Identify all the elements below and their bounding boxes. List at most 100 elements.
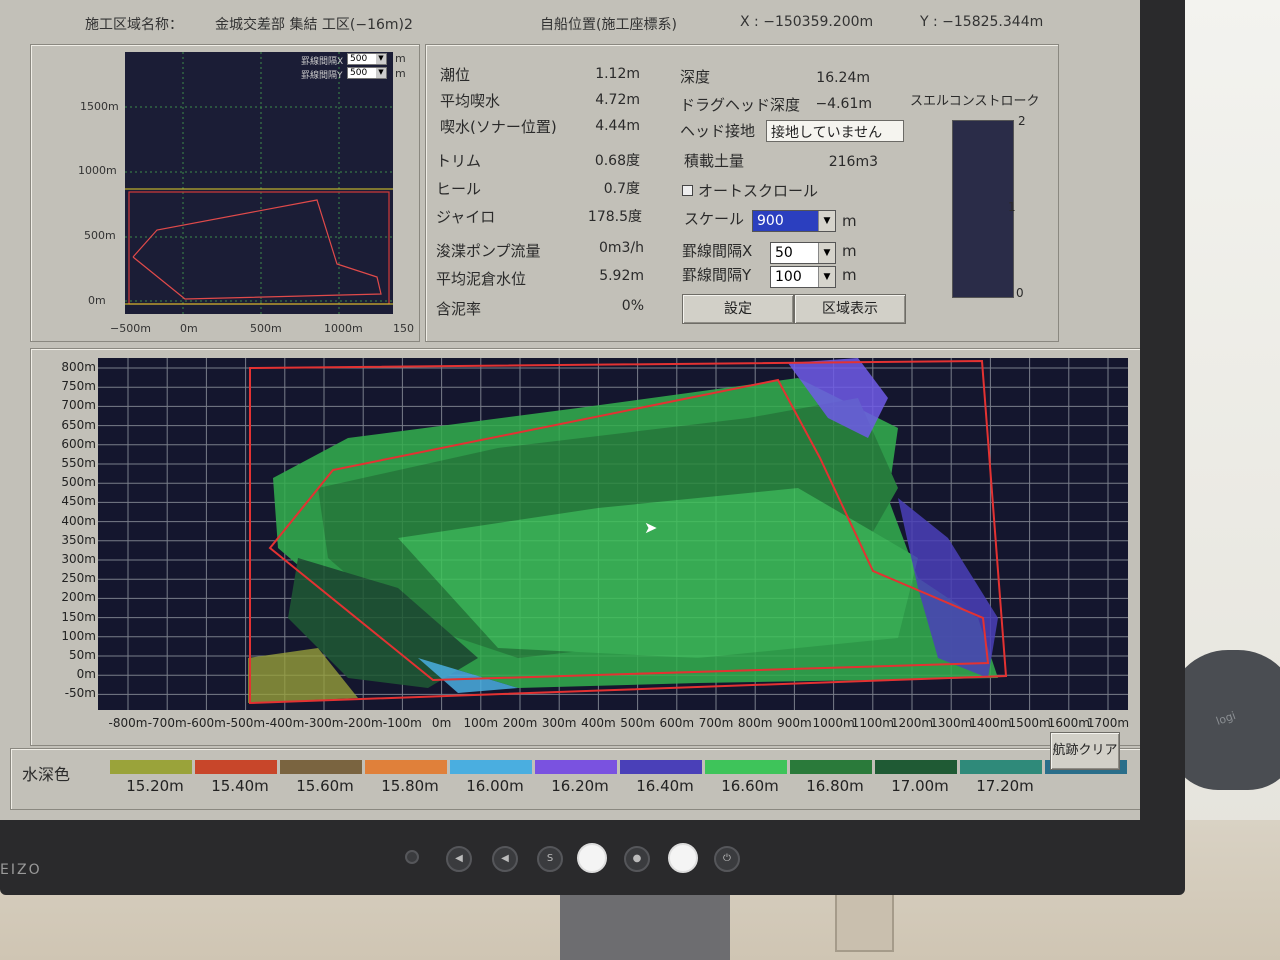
main-y-tick-label: -50m bbox=[64, 686, 96, 701]
legend-label: 17.00m bbox=[891, 777, 949, 795]
main-x-tick-label: -200m bbox=[343, 716, 383, 730]
legend-swatch bbox=[790, 760, 872, 774]
mini-gridy-label: 罫線間隔Y bbox=[301, 71, 343, 81]
mini-gridx-label: 罫線間隔X bbox=[301, 57, 344, 67]
draghead-label: ドラグヘッド深度 bbox=[680, 96, 801, 114]
legend-swatch bbox=[875, 760, 957, 774]
title-bar: 施工区域名称： 金城交差部 集結 工区(−16m)2 自船位置(施工座標系) X… bbox=[60, 0, 1140, 44]
gyro-label: ジャイロ bbox=[436, 208, 496, 226]
main-y-tick-label: 250m bbox=[61, 571, 96, 586]
mini-xtick: 150 bbox=[393, 322, 414, 335]
legend-label: 15.20m bbox=[126, 777, 184, 795]
main-x-tick-label: 600m bbox=[659, 716, 695, 730]
dredge-track-chart bbox=[98, 358, 1128, 710]
main-x-tick-label: -700m bbox=[147, 716, 187, 730]
load-value: 216m3 bbox=[828, 154, 878, 170]
main-y-tick-label: 550m bbox=[61, 456, 96, 470]
main-x-tick-label: 900m bbox=[777, 716, 812, 730]
gridy-unit: m bbox=[842, 266, 857, 284]
mouse-logo: logi bbox=[1214, 709, 1238, 728]
mode-s-icon[interactable]: S bbox=[537, 846, 563, 872]
main-x-tick-label: 0m bbox=[431, 716, 452, 730]
main-x-tick-label: 1700m bbox=[1086, 716, 1130, 730]
application-screen: 施工区域名称： 金城交差部 集結 工区(−16m)2 自船位置(施工座標系) X… bbox=[0, 0, 1140, 820]
main-x-tick-label: -100m bbox=[382, 716, 422, 730]
main-y-tick-label: 400m bbox=[61, 513, 96, 528]
main-x-tick-label: 500m bbox=[620, 716, 655, 730]
main-x-tick-label: -800m bbox=[108, 716, 148, 730]
mini-unit-y: m bbox=[395, 67, 406, 80]
main-x-tick-label: 1200m bbox=[890, 716, 934, 730]
set-button[interactable]: 設定 bbox=[682, 294, 794, 324]
mini-gridy-select[interactable]: 500 ▼ bbox=[347, 67, 387, 79]
legend-label: 16.40m bbox=[636, 777, 694, 795]
main-y-tick-label: 300m bbox=[61, 552, 96, 566]
area-display-button[interactable]: 区域表示 bbox=[794, 294, 906, 324]
main-y-tick-label: 500m bbox=[61, 475, 96, 490]
dredge-track-svg bbox=[98, 358, 1128, 710]
autoscroll-checkbox[interactable] bbox=[682, 185, 693, 196]
area-label: 施工区域名称： bbox=[85, 17, 183, 33]
main-x-tick-label: 300m bbox=[541, 716, 577, 730]
scale-select[interactable]: 900 ▼ bbox=[752, 210, 836, 232]
mini-ytick: 500m bbox=[84, 229, 116, 242]
main-y-tick-label: 50m bbox=[69, 648, 96, 662]
pump-label: 浚渫ポンプ流量 bbox=[436, 242, 541, 260]
mini-ytick: 0m bbox=[88, 294, 106, 307]
heel-label: ヒール bbox=[436, 180, 482, 198]
swell-label: スエルコンストローク bbox=[910, 94, 1040, 109]
main-x-tick-label: 1100m bbox=[851, 716, 894, 730]
volume-down-icon[interactable]: ◀ bbox=[446, 846, 472, 872]
mini-gridx-select[interactable]: 500 ▼ bbox=[347, 53, 387, 65]
legend-label: 16.60m bbox=[721, 777, 779, 795]
x-position: X : −150359.200m bbox=[740, 14, 874, 30]
sonar-draft-value: 4.44m bbox=[595, 118, 640, 134]
volume-up-icon[interactable]: ◀ bbox=[492, 846, 518, 872]
legend-label: 15.60m bbox=[296, 777, 354, 795]
legend-title: 水深色 bbox=[22, 765, 71, 784]
auto-adjust-icon[interactable] bbox=[668, 843, 698, 873]
legend-swatch bbox=[280, 760, 362, 774]
scale-label: スケール bbox=[684, 210, 745, 228]
area-name: 金城交差部 集結 工区(−16m)2 bbox=[215, 17, 413, 33]
clear-track-button[interactable]: 航跡クリア bbox=[1050, 732, 1120, 770]
tide-value: 1.12m bbox=[595, 66, 640, 82]
main-y-tick-label: 350m bbox=[61, 532, 96, 547]
legend-swatch bbox=[450, 760, 532, 774]
main-y-tick-label: 150m bbox=[61, 609, 96, 624]
gridy-label: 罫線間隔Y bbox=[682, 266, 752, 284]
swell-tick: 0 bbox=[1016, 286, 1024, 300]
gridy-select[interactable]: 100 ▼ bbox=[770, 266, 836, 288]
legend-swatch bbox=[620, 760, 702, 774]
main-y-tick-label: 650m bbox=[61, 417, 96, 432]
enter-icon[interactable]: ● bbox=[624, 846, 650, 872]
main-x-tick-label: 800m bbox=[737, 716, 773, 730]
position-title: 自船位置(施工座標系) bbox=[540, 17, 677, 33]
main-x-tick-label: -500m bbox=[226, 716, 266, 730]
overview-area-rect bbox=[128, 191, 390, 305]
avg-draft-value: 4.72m bbox=[595, 92, 640, 108]
sonar-draft-label: 喫水(ソナー位置) bbox=[440, 118, 557, 136]
main-x-tick-label: 1500m bbox=[1008, 716, 1051, 730]
hold-label: 平均泥倉水位 bbox=[436, 270, 527, 288]
main-y-tick-label: 200m bbox=[61, 590, 96, 605]
main-y-tick-label: 600m bbox=[61, 436, 96, 451]
depth-value: 16.24m bbox=[816, 70, 870, 86]
main-x-tick-label: 200m bbox=[502, 716, 538, 730]
main-x-tick-label: -300m bbox=[304, 716, 344, 730]
main-y-tick-label: 700m bbox=[61, 398, 96, 413]
mud-label: 含泥率 bbox=[436, 300, 482, 318]
contact-label: ヘッド接地 bbox=[680, 122, 756, 140]
gyro-value: 178.5度 bbox=[587, 209, 642, 225]
power-icon[interactable]: ⏻ bbox=[714, 846, 740, 872]
legend-swatch bbox=[365, 760, 447, 774]
depth-label: 深度 bbox=[680, 68, 711, 86]
main-x-tick-label: 400m bbox=[581, 716, 616, 730]
menu-button-icon[interactable] bbox=[577, 843, 607, 873]
legend-label: 17.20m bbox=[976, 777, 1034, 795]
main-x-tick-label: 1600m bbox=[1047, 716, 1090, 730]
legend-swatch bbox=[195, 760, 277, 774]
main-y-tick-label: 450m bbox=[61, 494, 96, 509]
gridx-select[interactable]: 50 ▼ bbox=[770, 242, 836, 264]
mini-xtick: 0m bbox=[180, 322, 198, 335]
